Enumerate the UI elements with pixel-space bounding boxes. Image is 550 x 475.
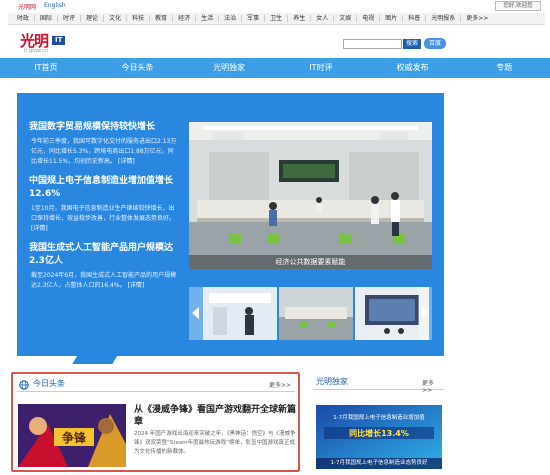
more-link[interactable]: 更多>> (422, 378, 444, 394)
channel-link[interactable]: 时政 (12, 15, 36, 22)
search-button[interactable]: 搜索 (403, 39, 421, 49)
channel-link[interactable]: 科普 (403, 15, 427, 22)
channel-link[interactable]: 科技 (127, 15, 151, 22)
brand-url: it.gmw.cn (24, 48, 49, 54)
english-link[interactable]: English (44, 2, 66, 9)
promo-banner[interactable]: 1-7月我国规上电子信息制造业增加值 同比增长13.4% 1-7月我国规上电子信… (316, 405, 442, 469)
news-title[interactable]: 我国生成式人工智能产品用户规模达2.3亿人 (29, 242, 179, 268)
promo-caption: 1-7月我国规上电子信息制造业态势良好 (316, 458, 442, 469)
today-headlines-section: 今日头条 更多>> 争锋 从《漫威争锋》看国产游戏翻开全球新篇章 2024 年国… (11, 372, 300, 472)
channel-link[interactable]: 文娱 (334, 15, 358, 22)
news-title[interactable]: 中国规上电子信息制造业增加值增长12.6% (29, 175, 179, 201)
nav-exclusive[interactable]: 光明独家 (183, 58, 275, 78)
news-summary-text: 今年前三季度，我国可数字化交付的服务进出口2.13万亿元，同比增长5.3%，跨境… (31, 138, 177, 165)
hero-thumbnails (189, 287, 432, 340)
hero-panel: 我国数字贸易规模保持较快增长 今年前三季度，我国可数字化交付的服务进出口2.13… (17, 93, 444, 356)
news-summary: 1至10月，我国电子信息制造业生产继续较快增长，出口保持增长，效益稳步改善，行业… (29, 204, 179, 234)
news-summary-text: 截至2024年6月，我国生成式人工智能产品的用户规模达2.3亿人，占整体人口的1… (31, 272, 177, 289)
channel-link[interactable]: 图片 (380, 15, 404, 22)
site-logo-mini[interactable]: 光明网 (18, 2, 36, 11)
brand-logo[interactable]: 光明 IT it.gmw.cn (20, 30, 80, 56)
welcome-login-button[interactable]: 您好,欢迎您 (495, 1, 541, 11)
news-detail-link[interactable]: [详情] (118, 158, 135, 165)
article-thumbnail[interactable]: 争锋 (18, 404, 126, 467)
channel-link[interactable]: 军事 (242, 15, 266, 22)
news-summary: 今年前三季度，我国可数字化交付的服务进出口2.13万亿元，同比增长5.3%，跨境… (29, 137, 179, 167)
section-header: 光明独家 更多>> (314, 374, 444, 394)
channel-link[interactable]: 国际 (35, 15, 59, 22)
nav-official-release[interactable]: 权威发布 (367, 58, 459, 78)
news-item: 我国生成式人工智能产品用户规模达2.3亿人 截至2024年6月，我国生成式人工智… (29, 242, 179, 291)
thumbnail-1[interactable] (203, 287, 277, 340)
thumbnail-2[interactable] (279, 287, 353, 340)
channel-link[interactable]: 生活 (196, 15, 220, 22)
news-item: 我国数字贸易规模保持较快增长 今年前三季度，我国可数字化交付的服务进出口2.13… (29, 121, 179, 167)
main-nav: IT首页 今日头条 光明独家 IT时评 权威发布 专题 (0, 58, 550, 78)
nav-topics[interactable]: 专题 (458, 58, 550, 78)
channel-link[interactable]: 更多>> (461, 15, 493, 22)
channel-link[interactable]: 时评 (58, 15, 82, 22)
baidu-search-button[interactable]: 百度 (424, 38, 446, 49)
channel-link[interactable]: 经济 (173, 15, 197, 22)
channel-link[interactable]: 电视 (357, 15, 381, 22)
brand-tag: IT (52, 36, 66, 45)
search-input[interactable] (343, 39, 402, 49)
channel-link[interactable]: 教育 (150, 15, 174, 22)
channel-link[interactable]: 文化 (104, 15, 128, 22)
nav-it-commentary[interactable]: IT时评 (275, 58, 367, 78)
channel-link[interactable]: 女人 (311, 15, 335, 22)
news-detail-link[interactable]: [详情] (128, 282, 145, 289)
channel-nav: 时政 国际 时评 理论 文化 科技 教育 经济 生活 法治 军事 卫生 养生 女人 文娱 电视 图片 科普 光明报系… (8, 13, 545, 25)
top-strip: 光明网 English 您好,欢迎您 (0, 0, 550, 12)
channel-link[interactable]: 养生 (288, 15, 312, 22)
promo-line-2: 同比增长13.4% (349, 428, 409, 438)
hero-photo[interactable]: 经济公共数据要素赋能 (189, 122, 432, 269)
prev-arrow-icon[interactable] (189, 287, 203, 340)
news-summary: 截至2024年6月，我国生成式人工智能产品的用户规模达2.3亿人，占整体人口的1… (29, 271, 179, 291)
promo-line-1: 1-7月我国规上电子信息制造业增加值 (333, 413, 425, 421)
hero-caption: 经济公共数据要素赋能 (189, 255, 432, 269)
channel-link[interactable]: 光明报系 (426, 15, 462, 22)
news-summary-text: 1至10月，我国电子信息制造业生产继续较快增长，出口保持增长，效益稳步改善，行业… (31, 205, 176, 222)
section-header: 今日头条 更多>> (17, 376, 295, 392)
channel-link[interactable]: 理论 (81, 15, 105, 22)
section-title: 今日头条 (33, 379, 65, 388)
channel-link[interactable]: 法治 (219, 15, 243, 22)
news-item: 中国规上电子信息制造业增加值增长12.6% 1至10月，我国电子信息制造业生产继… (29, 175, 179, 234)
news-title[interactable]: 我国数字贸易规模保持较快增长 (29, 121, 179, 134)
next-arrow-icon[interactable] (418, 287, 432, 340)
article-title[interactable]: 从《漫威争锋》看国产游戏翻开全球新篇章 (134, 404, 298, 428)
hero-news-list: 我国数字贸易规模保持较快增长 今年前三季度，我国可数字化交付的服务进出口2.13… (29, 121, 179, 299)
thumb-caption: 争锋 (62, 430, 87, 445)
more-link[interactable]: 更多>> (269, 380, 291, 389)
news-detail-link[interactable]: [详情] (31, 225, 48, 232)
article-summary: 2024 年国产游戏出海迎来突破之年，《黑神话：悟空》与《漫威争锋》双双荣登“S… (134, 431, 296, 455)
hall-photo-illustration (189, 122, 432, 269)
section-title: 光明独家 (316, 377, 348, 386)
channel-link[interactable]: 卫生 (265, 15, 289, 22)
nav-it-home[interactable]: IT首页 (0, 58, 92, 78)
nav-today-headlines[interactable]: 今日头条 (92, 58, 184, 78)
guangming-exclusive-section: 光明独家 更多>> 1-7月我国规上电子信息制造业增加值 同比增长13.4% 1… (314, 374, 444, 474)
